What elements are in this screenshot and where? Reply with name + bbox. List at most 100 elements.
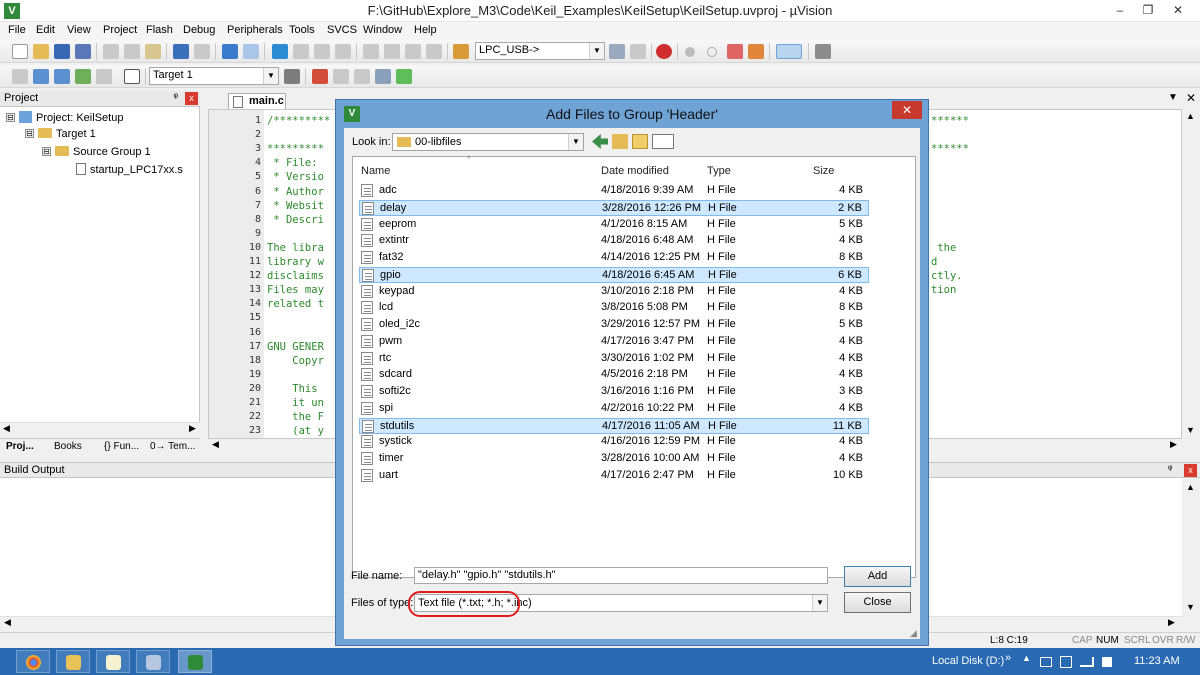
close-icon[interactable]: x [1184, 464, 1197, 477]
menu-window[interactable]: Window [363, 24, 402, 36]
file-row-oled_i2c[interactable]: oled_i2c 3/29/2016 12:57 PM H File 5 KB [359, 317, 869, 333]
scroll-up-icon[interactable]: ▲ [1186, 111, 1195, 121]
redo-icon[interactable] [194, 44, 210, 59]
chevron-down-icon[interactable]: ▼ [812, 595, 827, 611]
window-layout-icon[interactable] [776, 44, 802, 59]
column-name[interactable]: Name [361, 165, 390, 177]
file-row-keypad[interactable]: keypad 3/10/2016 2:18 PM H File 4 KB [359, 284, 869, 300]
paste-icon[interactable] [145, 44, 161, 59]
project-hscrollbar[interactable]: ◀ ▶ [0, 422, 200, 436]
add-button[interactable]: Add [844, 566, 911, 587]
disable-breakpoint-icon[interactable] [707, 47, 717, 57]
tree-item-source-group[interactable]: ⊟ Source Group 1 [42, 146, 151, 158]
file-row-pwm[interactable]: pwm 4/17/2016 3:47 PM H File 4 KB [359, 334, 869, 350]
indent-icon[interactable] [363, 44, 379, 59]
menu-view[interactable]: View [67, 24, 91, 36]
scroll-down-icon[interactable]: ▼ [1186, 602, 1195, 612]
select-packs-icon[interactable] [354, 69, 370, 84]
menu-help[interactable]: Help [414, 24, 437, 36]
taskbar-app-button[interactable] [136, 650, 170, 673]
file-row-delay[interactable]: delay 3/28/2016 12:26 PM H File 2 KB [359, 199, 869, 216]
tree-item-startup-file[interactable]: startup_LPC17xx.s [76, 163, 183, 176]
file-row-lcd[interactable]: lcd 3/8/2016 5:08 PM H File 8 KB [359, 300, 869, 316]
translate-icon[interactable] [12, 69, 28, 84]
file-name-input[interactable]: "delay.h" "gpio.h" "stdutils.h" [414, 567, 828, 584]
build-icon[interactable] [33, 69, 49, 84]
disable-all-breakpoints-icon[interactable] [727, 44, 743, 59]
scroll-down-icon[interactable]: ▼ [1186, 425, 1195, 435]
up-folder-icon[interactable] [612, 134, 628, 149]
file-row-sdcard[interactable]: sdcard 4/5/2016 2:18 PM H File 4 KB [359, 367, 869, 383]
menu-debug[interactable]: Debug [183, 24, 215, 36]
collapse-icon[interactable]: ⊟ [25, 129, 34, 138]
breakpoint-icon[interactable] [685, 47, 695, 57]
file-row-stdutils[interactable]: stdutils 4/17/2016 11:05 AM H File 11 KB [359, 417, 869, 434]
close-button[interactable]: Close [844, 592, 911, 613]
load-icon[interactable] [124, 69, 140, 84]
menu-edit[interactable]: Edit [36, 24, 55, 36]
menu-file[interactable]: File [8, 24, 26, 36]
collapse-icon[interactable]: ⊟ [6, 113, 15, 122]
tab-templates[interactable]: 0→ Tem... [150, 441, 195, 452]
maximize-button[interactable]: ❐ [1134, 0, 1162, 20]
scroll-right-icon[interactable]: ▶ [1170, 439, 1177, 450]
resize-grip-icon[interactable]: ◢ [910, 628, 917, 639]
prev-bookmark-icon[interactable] [293, 44, 309, 59]
menu-svcs[interactable]: SVCS [327, 24, 357, 36]
new-folder-icon[interactable] [632, 134, 648, 149]
comment-icon[interactable] [405, 44, 421, 59]
copy-icon[interactable] [124, 44, 140, 59]
build-vscrollbar[interactable]: ▲ ▼ [1182, 478, 1200, 616]
find-in-files-icon[interactable] [453, 44, 469, 59]
pin-icon[interactable]: ᵠ [174, 92, 178, 103]
file-row-eeprom[interactable]: eeprom 4/1/2016 8:15 AM H File 5 KB [359, 217, 869, 233]
taskbar-chrome-button[interactable] [16, 650, 50, 673]
uncomment-icon[interactable] [426, 44, 442, 59]
clock[interactable]: 11:23 AM [1134, 655, 1180, 667]
debug-session-icon[interactable] [656, 44, 672, 59]
file-row-softi2c[interactable]: softi2c 3/16/2016 1:16 PM H File 3 KB [359, 384, 869, 400]
file-row-rtc[interactable]: rtc 3/30/2016 1:02 PM H File 4 KB [359, 351, 869, 367]
chevron-up-icon[interactable]: ▲ [1022, 653, 1031, 663]
target-options-icon[interactable] [284, 69, 300, 84]
scroll-left-icon[interactable]: ◀ [3, 423, 10, 434]
file-extensions-icon[interactable] [312, 69, 328, 84]
run-time-environment-icon[interactable] [396, 69, 412, 84]
pack-installer-icon[interactable] [375, 69, 391, 84]
menu-tools[interactable]: Tools [289, 24, 315, 36]
tree-item-project[interactable]: ⊟ Project: KeilSetup [6, 111, 123, 124]
column-type[interactable]: Type [707, 165, 731, 177]
chevron-down-icon[interactable]: ▼ [1168, 92, 1178, 103]
volume-icon[interactable] [1102, 657, 1112, 667]
tab-books[interactable]: Books [54, 441, 82, 452]
file-row-gpio[interactable]: gpio 4/18/2016 6:45 AM H File 6 KB [359, 266, 869, 283]
scroll-left-icon[interactable]: ◀ [212, 439, 219, 450]
find-icon[interactable] [609, 44, 625, 59]
back-arrow-icon[interactable] [592, 134, 608, 149]
manage-components-icon[interactable] [333, 69, 349, 84]
column-date-modified[interactable]: Date modified [601, 165, 669, 177]
file-row-extintr[interactable]: extintr 4/18/2016 6:48 AM H File 4 KB [359, 233, 869, 249]
scroll-up-icon[interactable]: ▲ [1186, 482, 1195, 492]
navigate-back-icon[interactable] [222, 44, 238, 59]
taskbar-uvision-button[interactable] [178, 650, 212, 673]
menu-peripherals[interactable]: Peripherals [227, 24, 283, 36]
tab-project[interactable]: Proj... [6, 441, 34, 452]
find-combo[interactable]: LPC_USB-> ▼ [475, 42, 605, 60]
clear-bookmarks-icon[interactable] [335, 44, 351, 59]
menu-project[interactable]: Project [103, 24, 137, 36]
target-select[interactable]: Target 1 ▼ [149, 67, 279, 85]
taskbar-explorer-button[interactable] [56, 650, 90, 673]
file-row-timer[interactable]: timer 3/28/2016 10:00 AM H File 4 KB [359, 451, 869, 467]
file-row-systick[interactable]: systick 4/16/2016 12:59 PM H File 4 KB [359, 434, 869, 450]
file-row-uart[interactable]: uart 4/17/2016 2:47 PM H File 10 KB [359, 468, 869, 484]
undo-icon[interactable] [173, 44, 189, 59]
file-row-fat32[interactable]: fat32 4/14/2016 12:25 PM H File 8 KB [359, 250, 869, 266]
scroll-right-icon[interactable]: ▶ [1168, 617, 1175, 628]
rebuild-icon[interactable] [54, 69, 70, 84]
file-row-adc[interactable]: adc 4/18/2016 9:39 AM H File 4 KB [359, 183, 869, 199]
close-icon[interactable]: x [185, 92, 198, 105]
flag-icon[interactable] [1040, 657, 1052, 667]
minimize-button[interactable]: – [1106, 0, 1134, 20]
scroll-left-icon[interactable]: ◀ [4, 617, 11, 628]
